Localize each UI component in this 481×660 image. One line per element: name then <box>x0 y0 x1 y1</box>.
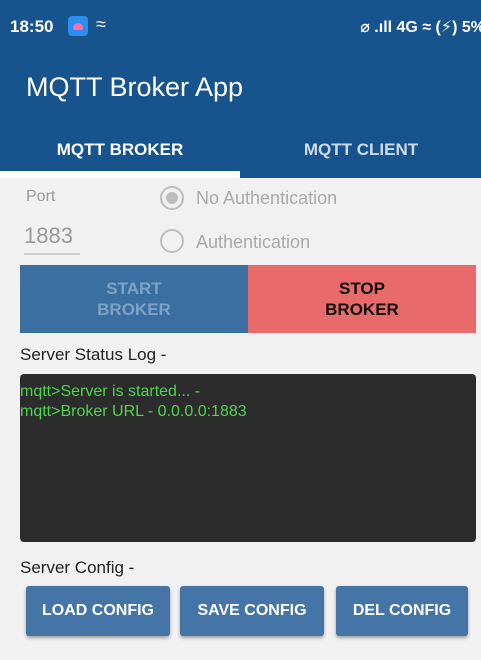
tab-indicator <box>0 171 240 178</box>
app-bar: MQTT Broker App <box>0 52 481 130</box>
server-status-log[interactable]: mqtt>Server is started... - mqtt>Broker … <box>20 374 476 542</box>
stop-broker-label: STOP BROKER <box>325 279 399 319</box>
authentication-label: Authentication <box>196 232 311 252</box>
stop-broker-button[interactable]: STOP BROKER <box>248 265 476 333</box>
server-status-log-label: Server Status Log - <box>20 345 167 364</box>
port-label: Port <box>26 188 56 205</box>
start-broker-button[interactable]: START BROKER <box>20 265 248 333</box>
app-title: MQTT Broker App <box>26 72 244 102</box>
authentication-radio[interactable] <box>160 229 184 253</box>
no-authentication-radio[interactable] <box>160 186 184 210</box>
status-time: 18:50 <box>10 17 54 36</box>
app-notification-icon <box>68 16 88 36</box>
del-config-button[interactable]: DEL CONFIG <box>336 586 468 636</box>
tab-bar: MQTT BROKER MQTT CLIENT <box>0 130 481 178</box>
start-broker-label: START BROKER <box>97 279 171 319</box>
status-icons: ⌀ .ıll 4G ≈ (⚡) 5% <box>360 19 481 36</box>
server-config-label: Server Config - <box>20 558 135 577</box>
status-bar: 18:50 ≈ ⌀ .ıll 4G ≈ (⚡) 5% <box>0 0 481 52</box>
log-line: mqtt>Broker URL - 0.0.0.0:1883 <box>20 403 247 420</box>
log-line: mqtt>Server is started... - <box>20 383 201 400</box>
load-config-button[interactable]: LOAD CONFIG <box>26 586 170 636</box>
tab-mqtt-client[interactable]: MQTT CLIENT <box>241 130 481 178</box>
no-authentication-label: No Authentication <box>196 188 338 208</box>
wifi-icon: ≈ <box>96 14 106 34</box>
port-input[interactable]: 1883 <box>24 223 80 255</box>
save-config-button[interactable]: SAVE CONFIG <box>180 586 324 636</box>
